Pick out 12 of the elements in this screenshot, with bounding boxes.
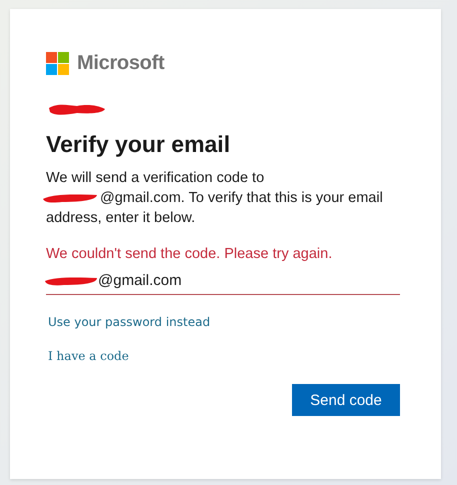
error-message: We couldn't send the code. Please try again.: [46, 246, 334, 262]
message-line: address, enter it below.: [46, 209, 196, 228]
logo-icon: [46, 52, 69, 74]
heading: Verify your email: [46, 131, 232, 158]
have-code-link[interactable]: I have a code: [48, 349, 129, 363]
redaction-mark: [44, 275, 98, 287]
password-link[interactable]: Use your password instead: [48, 315, 210, 329]
message-line: We will send a verification code to: [46, 169, 264, 188]
redaction-mark: [42, 192, 98, 204]
brand-name: Microsoft: [77, 52, 164, 74]
send-code-button[interactable]: Send code: [292, 384, 400, 416]
message-line: @gmail.com. To verify that this is your email: [100, 189, 383, 208]
